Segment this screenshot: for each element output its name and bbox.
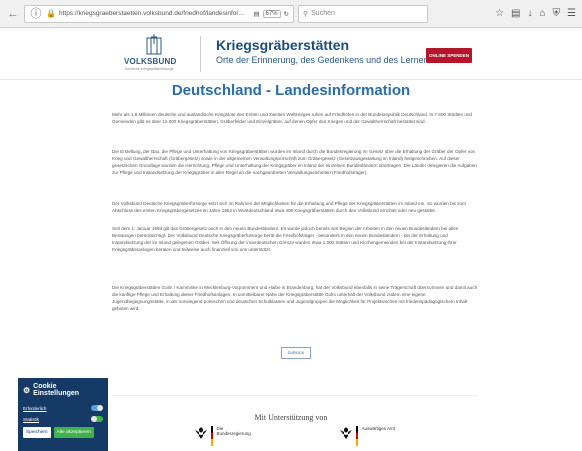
bookmark-star-icon[interactable]: ☆ xyxy=(495,8,504,19)
sponsor-line-2: Bundesregierung xyxy=(216,431,251,436)
flag-stripe xyxy=(211,426,213,446)
site-title[interactable]: Kriegsgräberstätten xyxy=(216,37,349,53)
sponsor-line-1: Auswärtiges Amt xyxy=(361,426,396,431)
logo-text[interactable]: VOLKSBUND xyxy=(124,57,176,66)
eagle-icon xyxy=(195,427,207,439)
lock-icon: 🔒 xyxy=(46,9,56,18)
site-header: VOLKSBUND Deutsche Kriegsgräberfürsorge … xyxy=(0,28,582,80)
zoom-level[interactable]: 67% xyxy=(262,9,281,18)
volksbund-emblem-icon[interactable] xyxy=(145,34,163,56)
sponsor-label: Die Bundesregierung xyxy=(217,426,251,436)
required-toggle[interactable] xyxy=(91,405,103,411)
search-icon: ⚲ xyxy=(303,10,309,18)
sponsor-label: Auswärtiges Amt xyxy=(362,426,396,431)
back-arrow-icon[interactable]: ← xyxy=(6,7,20,21)
reload-icon[interactable]: ↻ xyxy=(284,10,289,18)
sponsor-bundesregierung[interactable]: Die Bundesregierung xyxy=(195,426,251,446)
cookie-required-link[interactable]: Erforderlich xyxy=(23,406,47,411)
search-placeholder: Suchen xyxy=(311,10,335,17)
cookie-buttons: Speichern Alle akzeptieren xyxy=(23,427,103,438)
reader-view-icon[interactable]: ▤ xyxy=(253,10,259,18)
statistics-toggle[interactable] xyxy=(91,416,103,422)
browser-toolbar: ← ⓘ 🔒 https://kriegsgraeberstaetten.volk… xyxy=(0,0,582,28)
shield-icon[interactable]: ⛨ xyxy=(553,8,561,19)
cookie-title: ⚙ Cookie Einstellungen xyxy=(23,383,103,397)
save-button[interactable]: Speichern xyxy=(23,427,51,438)
address-bar[interactable]: ⓘ 🔒 https://kriegsgraeberstaetten.volksb… xyxy=(24,4,294,23)
url-text[interactable]: https://kriegsgraeberstaetten.volksbund.… xyxy=(59,10,250,17)
menu-icon[interactable]: ☰ xyxy=(567,8,576,19)
browser-search-field[interactable]: ⚲ Suchen xyxy=(298,4,428,23)
accept-all-button[interactable]: Alle akzeptieren xyxy=(53,427,94,438)
paragraph: Mehr als 1,8 Millionen deutsche und ausl… xyxy=(112,112,472,124)
footer-divider xyxy=(112,395,478,396)
donate-button[interactable]: ONLINE SPENDEN xyxy=(426,48,472,63)
home-icon[interactable]: ⌂ xyxy=(539,8,545,19)
site-subtitle: Orte der Erinnerung, des Gedenkens und d… xyxy=(216,55,434,65)
sponsor-auswaertiges-amt[interactable]: Auswärtiges Amt xyxy=(340,426,395,446)
cookie-statistics-link[interactable]: Statistik xyxy=(23,417,39,422)
paragraph: Die Erstellung, der Bau, die Pflege und … xyxy=(112,149,477,175)
logo-subtext: Deutsche Kriegsgräberfürsorge xyxy=(125,67,174,71)
cookie-row-statistics: Statistik xyxy=(23,416,103,422)
back-button[interactable]: ZURÜCK xyxy=(281,347,311,359)
library-icon[interactable]: ▤ xyxy=(511,8,520,19)
header-divider xyxy=(200,36,201,72)
cookie-settings-panel: ⚙ Cookie Einstellungen Erforderlich Stat… xyxy=(18,378,108,451)
flag-stripe xyxy=(356,426,358,446)
cookie-title-text: Cookie Einstellungen xyxy=(33,383,80,397)
gear-icon: ⚙ xyxy=(23,385,31,395)
paragraph: Die Kriegsgräberstätten Golm / Kamminke … xyxy=(112,285,478,311)
page-title: Deutschland - Landesinformation xyxy=(171,82,411,99)
paragraph: Seit dem 1. Januar 1993 gilt das Gräberg… xyxy=(112,226,459,252)
eagle-icon xyxy=(340,427,352,439)
cookie-row-required: Erforderlich xyxy=(23,405,103,411)
paragraph: Der Volksbund Deutsche Kriegsgräberfürso… xyxy=(112,201,466,213)
browser-toolbar-icons: ☆ ▤ ↓ ⌂ ⛨ ☰ xyxy=(495,8,576,19)
download-icon[interactable]: ↓ xyxy=(527,8,532,19)
info-icon[interactable]: ⓘ xyxy=(29,7,43,21)
